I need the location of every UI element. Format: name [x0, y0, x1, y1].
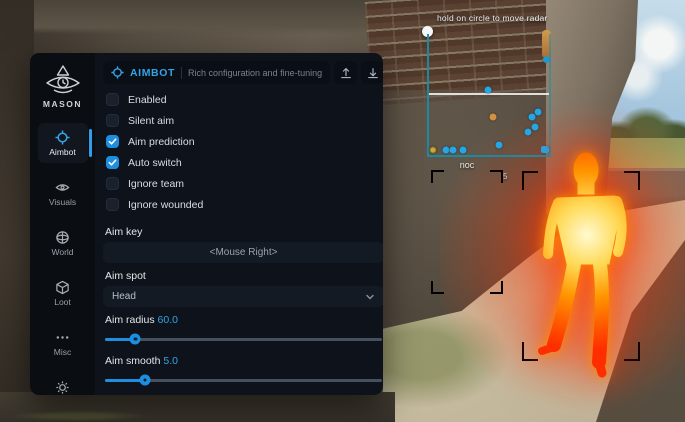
radar-hint-text: hold on circle to move radar [437, 13, 548, 23]
aim-smooth-slider[interactable] [105, 374, 382, 386]
checkbox-enabled[interactable]: Enabled [106, 93, 383, 106]
radar-left-edge [427, 34, 429, 156]
checkbox-label: Enabled [128, 94, 167, 106]
aim-smooth-label: Aim smooth 5.0 [105, 355, 383, 367]
checkbox-ignore-team[interactable]: Ignore team [106, 177, 383, 190]
checkbox-icon [106, 177, 119, 190]
checkbox-icon [106, 156, 119, 169]
sidebar-item-settings[interactable]: Settings [38, 373, 88, 395]
checkbox-icon [106, 198, 119, 211]
radar-dot [430, 147, 437, 154]
radar-dot [485, 87, 492, 94]
mason-eye-logo [43, 64, 83, 96]
slider-thumb[interactable] [140, 375, 151, 386]
divider [181, 67, 182, 79]
radar-right-edge [549, 34, 551, 156]
checkbox-silent-aim[interactable]: Silent aim [106, 114, 383, 127]
main-panel: AIMBOT Rich configuration and fine-tunin… [95, 53, 383, 395]
aim-radius-slider[interactable] [105, 333, 382, 345]
radar-dot [490, 114, 497, 121]
tab-title: AIMBOT [130, 67, 175, 79]
sidebar-item-label: Aimbot [49, 147, 75, 157]
sidebar-item-aimbot[interactable]: Aimbot [38, 123, 88, 163]
checkbox-label: Ignore wounded [128, 199, 203, 211]
crosshair-icon [55, 130, 70, 145]
aim-spot-value: Head [112, 291, 136, 302]
checkbox-label: Silent aim [128, 115, 174, 127]
ellipsis-icon [55, 330, 70, 345]
radar-dot [496, 142, 503, 149]
cube-icon [55, 280, 70, 295]
upload-icon [340, 67, 352, 79]
sidebar-item-visuals[interactable]: Visuals [38, 173, 88, 213]
eye-icon [55, 180, 70, 195]
globe-icon [55, 230, 70, 245]
checkbox-label: Auto switch [128, 157, 182, 169]
checkbox-icon [106, 114, 119, 127]
brand: MASON [43, 64, 83, 109]
checkbox-icon [106, 135, 119, 148]
radar-dot [525, 129, 532, 136]
skeleton-esp [440, 170, 510, 300]
radar-dot [460, 147, 467, 154]
radar-dot [450, 147, 457, 154]
slider-label-text: Aim radius [105, 314, 155, 326]
chevron-down-icon [365, 292, 375, 302]
download-config-button[interactable] [361, 61, 383, 84]
game-screen: hold on circle to move radar noc 5 [0, 0, 685, 422]
enemy-name-label: noc [432, 160, 502, 170]
brand-name: MASON [43, 99, 82, 109]
sidebar-item-label: Loot [54, 297, 71, 307]
aim-key-bind-button[interactable]: <Mouse Right> [103, 242, 383, 263]
checkbox-label: Ignore team [128, 178, 184, 190]
tab-title-bar: AIMBOT Rich configuration and fine-tunin… [103, 61, 330, 84]
download-icon [367, 67, 379, 79]
radar-dot [535, 109, 542, 116]
tab-subtitle: Rich configuration and fine-tuning [188, 68, 322, 78]
sidebar-item-label: World [51, 247, 73, 257]
foreground-ground [0, 392, 395, 422]
aim-radius-label: Aim radius 60.0 [105, 314, 383, 326]
cheat-menu-panel: MASON Aimbot Visuals [30, 53, 383, 395]
aim-spot-label: Aim spot [105, 270, 383, 282]
slider-value: 60.0 [158, 314, 178, 326]
gear-icon [55, 380, 70, 395]
aim-spot-select[interactable]: Head [103, 286, 383, 307]
glowing-player-model [520, 140, 655, 385]
sidebar-item-loot[interactable]: Loot [38, 273, 88, 313]
checkbox-ignore-wounded[interactable]: Ignore wounded [106, 198, 383, 211]
sidebar-item-misc[interactable]: Misc [38, 323, 88, 363]
sidebar: MASON Aimbot Visuals [30, 53, 95, 395]
crosshair-icon [111, 66, 124, 79]
sidebar-item-label: Visuals [49, 197, 76, 207]
checkbox-label: Aim prediction [128, 136, 195, 148]
radar-dot [443, 147, 450, 154]
slider-value: 5.0 [163, 355, 178, 367]
sidebar-nav: Aimbot Visuals World [30, 123, 95, 395]
slider-thumb[interactable] [130, 334, 141, 345]
checkbox-aim-prediction[interactable]: Aim prediction [106, 135, 383, 148]
left-wall-shade [0, 0, 34, 422]
slider-label-text: Aim smooth [105, 355, 160, 367]
slider-track[interactable] [105, 338, 382, 341]
upload-config-button[interactable] [334, 61, 357, 84]
panel-header: AIMBOT Rich configuration and fine-tunin… [103, 61, 383, 84]
sidebar-item-label: Misc [54, 347, 71, 357]
checkbox-auto-switch[interactable]: Auto switch [106, 156, 383, 169]
sidebar-item-world[interactable]: World [38, 223, 88, 263]
checkbox-icon [106, 93, 119, 106]
radar-dot [529, 114, 536, 121]
aim-key-label: Aim key [105, 226, 383, 238]
radar-dot [532, 124, 539, 131]
